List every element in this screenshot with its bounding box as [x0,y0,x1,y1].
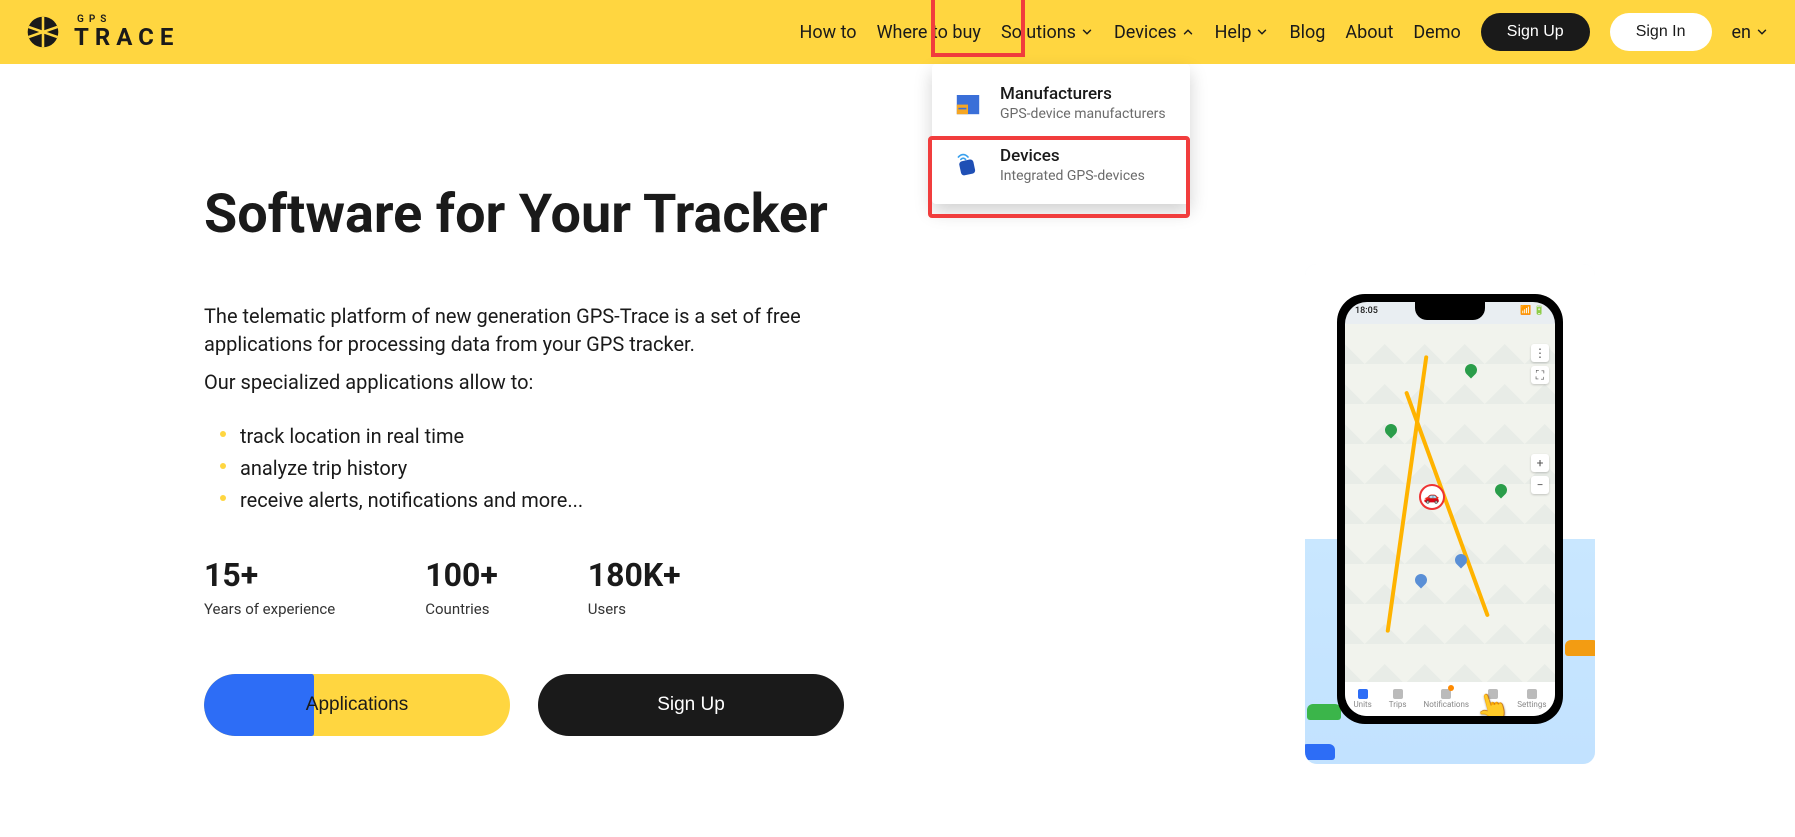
dropdown-manufacturers[interactable]: Manufacturers GPS-device manufacturers [932,72,1190,134]
signin-label: Sign In [1636,23,1686,40]
phone-time: 18:05 [1355,306,1378,316]
stat-value: 100+ [425,556,498,594]
nav-blog-label: Blog [1289,22,1325,43]
hero-signup-button[interactable]: Sign Up [538,674,844,736]
vehicle-pin-icon: 🚗 [1419,484,1445,510]
logo-text: GPS TRACE [74,15,179,49]
nav-about-label: About [1345,22,1393,43]
chevron-down-icon [1080,25,1094,39]
hero-feature-list: track location in real time analyze trip… [220,420,904,516]
feature-item: receive alerts, notifications and more..… [220,484,904,516]
nav-demo-label: Demo [1413,22,1460,43]
hero-section: Software for Your Tracker The telematic … [0,64,1795,736]
phone-status-bar: 18:05 📶 🔋 [1355,306,1545,316]
logo-text-big: TRACE [74,25,179,49]
chevron-down-icon [1255,25,1269,39]
nav-where-label: Where to buy [877,22,981,43]
phone-status-icons: 📶 🔋 [1520,306,1545,316]
phone-nav-notifications: Notifications [1424,689,1469,709]
language-label: en [1732,22,1752,43]
nav-devices-label: Devices [1114,22,1177,43]
dropdown-manufacturers-title: Manufacturers [1000,84,1166,104]
logo-icon [26,15,60,49]
nav-solutions[interactable]: Solutions [1001,22,1094,43]
devices-dropdown: Manufacturers GPS-device manufacturers D… [932,64,1190,204]
applications-label: Applications [306,694,408,716]
hero-paragraph-1: The telematic platform of new generation… [204,302,904,358]
notification-dot-icon [1448,685,1454,691]
warehouse-icon [952,87,984,119]
hero-signup-label: Sign Up [657,694,725,716]
phone-nav-label: Notifications [1424,700,1469,709]
feature-item: analyze trip history [220,452,904,484]
map-layers-icon: ⋮ [1531,344,1549,362]
nav-devices[interactable]: Devices [1114,22,1195,43]
stat-label: Years of experience [204,600,335,618]
dropdown-manufacturers-sub: GPS-device manufacturers [1000,106,1166,122]
nav-help-label: Help [1215,22,1252,43]
stat-countries: 100+ Countries [425,556,498,618]
tracker-device-icon [952,149,984,181]
map-poi-icon [1383,422,1400,439]
top-header: GPS TRACE How to Where to buy Solutions … [0,0,1795,64]
logo[interactable]: GPS TRACE [26,15,179,49]
phone-nav-label: Units [1353,700,1371,709]
phone-mockup: 18:05 📶 🔋 🚗 ⋮ ⛶ + − [1337,294,1563,724]
stat-label: Users [588,600,681,618]
dropdown-devices-text: Devices Integrated GPS-devices [1000,146,1145,184]
nav-blog[interactable]: Blog [1289,22,1325,43]
map-fullscreen-icon: ⛶ [1531,366,1549,384]
stats-row: 15+ Years of experience 100+ Countries 1… [204,556,904,618]
map-poi-icon [1463,362,1480,379]
nav-where-to-buy[interactable]: Where to buy [877,22,981,43]
map-zoom-out-icon: − [1531,476,1549,494]
dropdown-devices[interactable]: Devices Integrated GPS-devices [932,134,1190,196]
applications-button[interactable]: Applications [204,674,510,736]
phone-screen: 18:05 📶 🔋 🚗 ⋮ ⛶ + − [1345,302,1555,716]
car-illustration [1565,640,1595,656]
stat-experience: 15+ Years of experience [204,556,335,618]
dropdown-devices-sub: Integrated GPS-devices [1000,168,1145,184]
gear-icon [1527,689,1537,699]
phone-nav-label: Trips [1389,700,1407,709]
hero-title: Software for Your Tracker [204,184,904,246]
language-selector[interactable]: en [1732,22,1770,43]
nav-solutions-label: Solutions [1001,22,1076,43]
signup-label: Sign Up [1507,23,1564,40]
dropdown-manufacturers-text: Manufacturers GPS-device manufacturers [1000,84,1166,122]
stat-value: 180K+ [588,556,681,594]
phone-nav-trips: Trips [1389,689,1407,709]
main-nav: How to Where to buy Solutions Devices He… [799,13,1769,51]
dropdown-devices-title: Devices [1000,146,1145,166]
cta-row: Applications Sign Up [204,674,904,736]
phone-nav-settings: Settings [1517,689,1546,709]
chevron-up-icon [1181,25,1195,39]
chevron-down-icon [1755,25,1769,39]
stat-users: 180K+ Users [588,556,681,618]
hero-content: Software for Your Tracker The telematic … [204,184,904,736]
phone-nav-label: Settings [1517,700,1546,709]
signin-button[interactable]: Sign In [1610,13,1712,51]
car-illustration [1305,744,1335,760]
signup-button[interactable]: Sign Up [1481,13,1590,51]
phone-map: 🚗 ⋮ ⛶ + − [1345,324,1555,682]
car-illustration [1307,704,1341,720]
nav-how-to-label: How to [799,22,856,43]
hero-paragraph-2: Our specialized applications allow to: [204,368,904,396]
phone-nav-units: Units [1353,689,1371,709]
trips-icon [1393,689,1403,699]
map-poi-icon [1493,482,1510,499]
stat-value: 15+ [204,556,335,594]
nav-about[interactable]: About [1345,22,1393,43]
stat-label: Countries [425,600,498,618]
hero-illustration: 18:05 📶 🔋 🚗 ⋮ ⛶ + − [1305,264,1595,764]
nav-help[interactable]: Help [1215,22,1270,43]
units-icon [1358,689,1368,699]
map-zoom-in-icon: + [1531,454,1549,472]
feature-item: track location in real time [220,420,904,452]
phone-bottom-nav: Units Trips Notifications Geo Settings [1345,682,1555,716]
nav-how-to[interactable]: How to [799,22,856,43]
map-poi-icon [1413,572,1430,589]
nav-demo[interactable]: Demo [1413,22,1460,43]
